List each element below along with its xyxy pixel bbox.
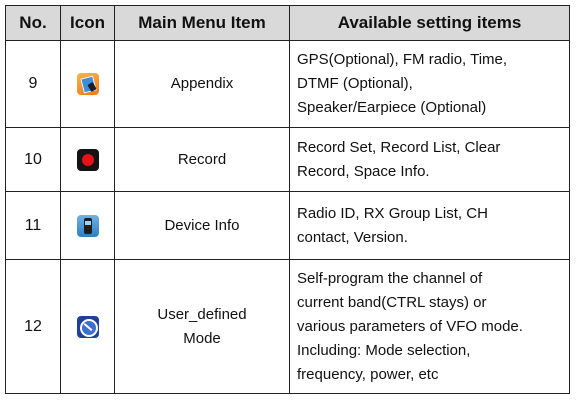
row-number: 9 bbox=[5, 40, 61, 128]
row-number: 12 bbox=[5, 259, 61, 394]
settings-cell: GPS(Optional), FM radio, Time, DTMF (Opt… bbox=[289, 40, 570, 128]
settings-line: contact, Version. bbox=[297, 228, 408, 246]
settings-line: various parameters of VFO mode. bbox=[297, 317, 523, 335]
appendix-icon bbox=[76, 73, 99, 95]
device-info-icon bbox=[76, 214, 99, 237]
settings-cell: Radio ID, RX Group List, CH contact, Ver… bbox=[289, 191, 570, 260]
header-row: No. Icon Main Menu Item Available settin… bbox=[5, 5, 570, 41]
menu-item-name: User_defined Mode bbox=[114, 259, 290, 394]
row-icon-cell bbox=[60, 127, 115, 192]
settings-line: current band(CTRL stays) or bbox=[297, 293, 487, 311]
settings-line: Self-program the channel of bbox=[297, 269, 483, 287]
table-row: 9 Appendix GPS(Optional), FM radio, Time… bbox=[5, 40, 570, 128]
table-row: 12 User_defined Mode Self-program the ch… bbox=[5, 259, 570, 394]
header-main-menu-item: Main Menu Item bbox=[114, 5, 290, 41]
settings-line: GPS(Optional), FM radio, Time, bbox=[297, 51, 508, 68]
row-icon-cell bbox=[60, 191, 115, 260]
settings-line: Speaker/Earpiece (Optional) bbox=[297, 99, 487, 116]
menu-item-name: Device Info bbox=[114, 191, 290, 260]
menu-item-name: Record bbox=[114, 127, 290, 192]
row-icon-cell bbox=[60, 40, 115, 128]
header-icon: Icon bbox=[60, 5, 115, 41]
row-number: 10 bbox=[5, 127, 61, 192]
header-available-setting-items: Available setting items bbox=[289, 5, 570, 41]
settings-line: DTMF (Optional), bbox=[297, 75, 413, 92]
table-row: 11 Device Info Radio ID, RX Group List, … bbox=[5, 191, 570, 260]
settings-line: Including: Mode selection, bbox=[297, 341, 471, 359]
settings-cell: Record Set, Record List, Clear Record, S… bbox=[289, 127, 570, 192]
settings-cell: Self-program the channel of current band… bbox=[289, 259, 570, 394]
settings-line: Record Set, Record List, Clear bbox=[297, 138, 501, 156]
menu-item-name: Appendix bbox=[114, 40, 290, 128]
user-defined-mode-icon bbox=[76, 315, 99, 338]
settings-line: frequency, power, etc bbox=[297, 365, 439, 383]
row-icon-cell bbox=[60, 259, 115, 394]
settings-line: Record, Space Info. bbox=[297, 162, 430, 180]
table-row: 10 Record Record Set, Record List, Clear… bbox=[5, 127, 570, 192]
menu-item-line: User_defined bbox=[157, 305, 247, 323]
record-icon bbox=[76, 148, 99, 171]
header-no: No. bbox=[5, 5, 61, 41]
settings-line: Radio ID, RX Group List, CH bbox=[297, 204, 488, 222]
menu-settings-table: No. Icon Main Menu Item Available settin… bbox=[5, 5, 570, 394]
menu-item-line: Mode bbox=[183, 329, 221, 347]
row-number: 11 bbox=[5, 191, 61, 260]
